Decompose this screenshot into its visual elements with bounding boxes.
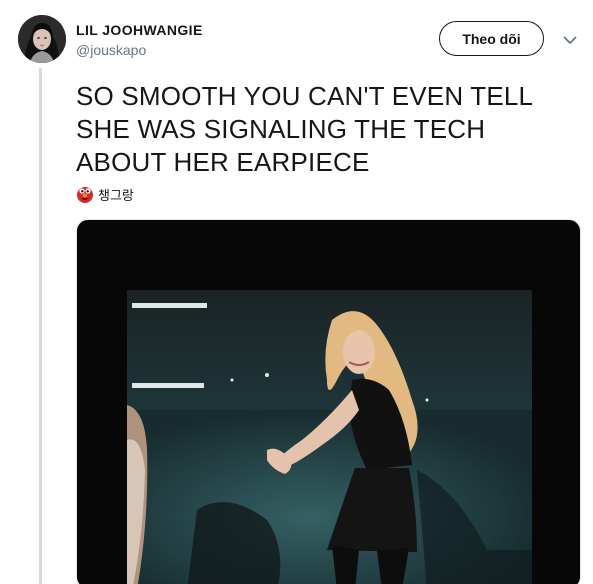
reply-user-name: 챙그랑	[98, 187, 134, 203]
tweet-text: SO SMOOTH YOU CAN'T EVEN TELL SHE WAS SI…	[76, 81, 533, 177]
follow-button[interactable]: Theo dõi	[439, 21, 544, 56]
thread-connector-line	[39, 68, 42, 584]
video-frame	[127, 290, 532, 584]
concert-scene-image	[127, 290, 532, 584]
avatar-photo-icon	[18, 15, 66, 63]
user-handle[interactable]: @jouskapo	[76, 42, 146, 58]
elmo-face-icon	[77, 187, 93, 203]
avatar[interactable]	[18, 15, 66, 63]
chevron-down-icon	[563, 36, 577, 44]
reply-user[interactable]: 챙그랑	[76, 183, 134, 205]
video-player[interactable]	[76, 219, 581, 584]
more-options-button[interactable]	[560, 31, 580, 49]
display-name[interactable]: LIL JOOHWANGIE	[76, 22, 203, 38]
